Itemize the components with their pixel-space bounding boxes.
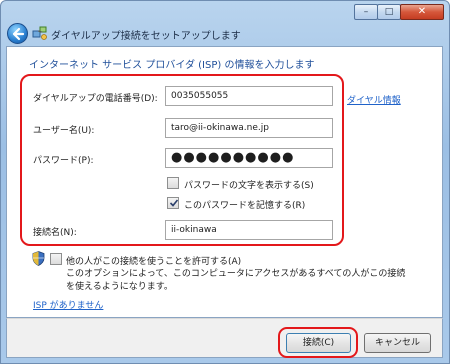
remember-password-checkbox[interactable] — [167, 197, 179, 209]
page-heading: インターネット サービス プロバイダ (ISP) の情報を入力します — [29, 60, 315, 71]
show-password-checkbox[interactable] — [167, 177, 179, 189]
phone-number-input[interactable]: 0035055055 — [165, 86, 333, 106]
back-arrow-icon[interactable] — [7, 23, 28, 44]
window-title: ダイヤルアップ接続をセットアップします — [51, 31, 241, 42]
password-input[interactable]: ●●●●●●●●●● — [165, 148, 333, 168]
minimize-button[interactable]: – — [354, 4, 378, 20]
remember-password-label[interactable]: このパスワードを記憶する(R) — [184, 198, 305, 211]
close-button[interactable]: ✕ — [400, 4, 444, 20]
share-connection-checkbox[interactable] — [50, 253, 62, 265]
connect-button[interactable]: 接続(C) — [286, 333, 351, 353]
connection-name-input[interactable]: ii-okinawa — [165, 220, 333, 240]
password-label: パスワード(P): — [33, 156, 94, 166]
no-isp-link[interactable]: ISP がありません — [33, 298, 103, 311]
username-input[interactable]: taro@ii-okinawa.ne.jp — [165, 118, 333, 138]
phone-label: ダイヤルアップの電話番号(D): — [33, 94, 158, 104]
uac-shield-icon — [32, 251, 45, 266]
network-connection-icon — [32, 26, 47, 40]
share-description: このオプションによって、このコンピュータにアクセスがあるすべての人がこの接続を使… — [66, 269, 406, 292]
username-label: ユーザー名(U): — [33, 126, 95, 136]
cancel-button[interactable]: キャンセル — [364, 333, 431, 353]
checkmark-icon — [169, 199, 179, 207]
share-connection-label[interactable]: 他の人がこの接続を使うことを許可する(A) — [66, 254, 241, 267]
maximize-button[interactable]: □ — [377, 4, 401, 20]
dialing-rules-link[interactable]: ダイヤル情報 — [347, 93, 401, 106]
show-password-label[interactable]: パスワードの文字を表示する(S) — [184, 178, 314, 191]
connection-name-label: 接続名(N): — [33, 228, 77, 238]
